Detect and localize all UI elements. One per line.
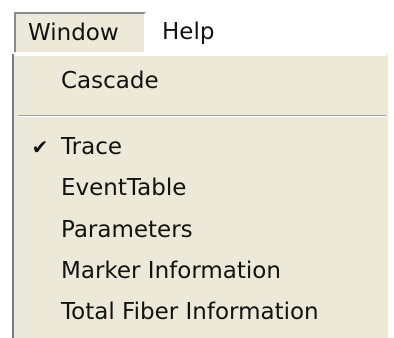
menu-item-total-fiber-information[interactable]: Total Fiber Information <box>14 293 386 331</box>
menu-item-label: Cascade <box>61 68 159 94</box>
menu-item-eventtable[interactable]: EventTable <box>14 169 386 207</box>
menu-item-label: Parameters <box>61 217 193 243</box>
menu-item-label: Marker Information <box>61 258 281 284</box>
menu-separator <box>18 115 386 117</box>
window-menu[interactable]: Window <box>14 12 146 52</box>
help-menu[interactable]: Help <box>150 12 220 52</box>
menu-top-edge <box>14 54 386 56</box>
menu-item-parameters[interactable]: Parameters <box>14 211 386 249</box>
menu-item-label: Trace <box>61 134 123 160</box>
menu-item-label: Total Fiber Information <box>61 299 319 325</box>
checkmark-icon: ✔ <box>31 135 49 159</box>
menu-item-cascade[interactable]: Cascade <box>14 62 386 100</box>
menu-item-label: EventTable <box>61 175 187 201</box>
menu-bar: Window Help <box>0 0 394 60</box>
menu-item-trace[interactable]: ✔ Trace <box>14 128 386 166</box>
menu-item-marker-information[interactable]: Marker Information <box>14 252 386 290</box>
window-dropdown-menu: Cascade ✔ Trace EventTable Parameters Ma… <box>12 54 388 338</box>
